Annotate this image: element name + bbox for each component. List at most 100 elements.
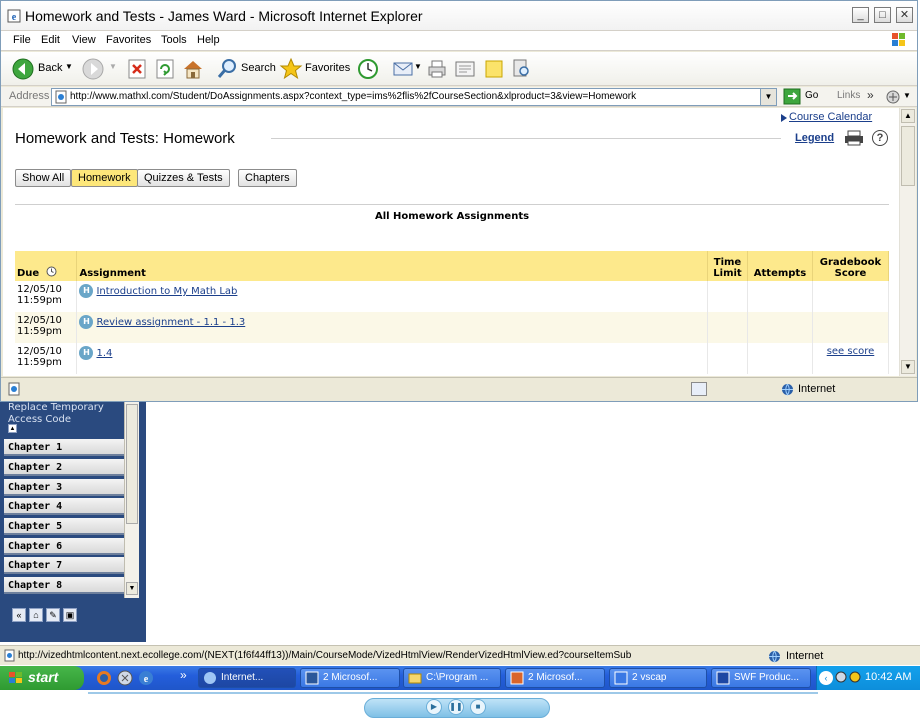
time-limit-cell: [707, 343, 748, 374]
search-label[interactable]: Search: [241, 62, 276, 74]
forward-dropdown-icon[interactable]: ▼: [109, 62, 117, 71]
menu-view[interactable]: View: [72, 34, 96, 46]
course-calendar-link[interactable]: Course Calendar: [789, 111, 872, 123]
see-score-link[interactable]: see score: [827, 346, 875, 357]
toolbar: Back ▼ ▼ Search Favorites ▼: [1, 52, 917, 86]
chapter-6-item[interactable]: Chapter 6: [4, 538, 124, 555]
research-icon[interactable]: [509, 57, 533, 81]
tray-expand-icon[interactable]: ‹: [819, 671, 833, 685]
chapter-5-item[interactable]: Chapter 5: [4, 518, 124, 535]
play-icon[interactable]: ▶: [426, 699, 442, 715]
menu-file[interactable]: File: [13, 34, 31, 46]
start-button[interactable]: start: [0, 666, 84, 690]
chapter-3-item[interactable]: Chapter 3: [4, 479, 124, 496]
media-icon[interactable]: [117, 670, 133, 686]
tools-icon[interactable]: ✎: [46, 608, 60, 622]
task-internet-explorer[interactable]: Internet...: [198, 668, 296, 688]
assignment-link[interactable]: Review assignment - 1.1 - 1.3: [96, 317, 245, 328]
print-icon[interactable]: [843, 130, 865, 146]
task-vscap[interactable]: 2 vscap: [609, 668, 707, 688]
task-microsoft-word[interactable]: 2 Microsof...: [300, 668, 400, 688]
go-label[interactable]: Go: [805, 90, 818, 101]
ie-quicklaunch-icon[interactable]: e: [138, 670, 154, 686]
task-label: Internet...: [221, 672, 264, 683]
chapter-2-item[interactable]: Chapter 2: [4, 459, 124, 476]
maximize-button[interactable]: □: [874, 7, 891, 23]
chapter-7-item[interactable]: Chapter 7: [4, 557, 124, 574]
filter-quizzes-tests-button[interactable]: Quizzes & Tests: [137, 169, 230, 187]
nav-scroll-down-icon[interactable]: ▼: [126, 582, 138, 595]
scroll-thumb[interactable]: [901, 126, 915, 186]
mail-icon[interactable]: [391, 57, 415, 81]
task-swf-producer[interactable]: SWF Produc...: [711, 668, 811, 688]
address-url[interactable]: http://www.mathxl.com/Student/DoAssignme…: [70, 91, 636, 102]
search-icon[interactable]: [215, 57, 239, 81]
links-label[interactable]: Links: [837, 90, 860, 101]
tray-app-icon[interactable]: [835, 671, 847, 683]
rewind-icon[interactable]: «: [12, 608, 26, 622]
word-task-icon: [305, 671, 319, 685]
filter-homework-button[interactable]: Homework: [71, 169, 138, 187]
note-icon[interactable]: [482, 57, 506, 81]
address-dropdown-icon[interactable]: ▼: [760, 89, 776, 105]
title-bar[interactable]: e Homework and Tests - James Ward - Micr…: [1, 1, 917, 31]
tray-security-icon[interactable]: [849, 671, 861, 683]
pause-icon[interactable]: ❚❚: [448, 699, 464, 715]
go-arrow-icon[interactable]: [783, 88, 801, 105]
sort-clock-icon[interactable]: [46, 266, 57, 277]
minimize-button[interactable]: _: [852, 7, 869, 23]
favorites-star-icon[interactable]: [279, 57, 303, 81]
nav-scrollbar[interactable]: ▼: [124, 402, 139, 598]
firefox-icon[interactable]: [96, 670, 112, 686]
chapter-4-item[interactable]: Chapter 4: [4, 498, 124, 515]
replace-access-code-link[interactable]: Replace Temporary Access Code: [8, 402, 118, 426]
scroll-down-icon[interactable]: ▼: [901, 360, 915, 374]
menu-favorites[interactable]: Favorites: [106, 34, 151, 46]
history-icon[interactable]: [356, 57, 380, 81]
scroll-up-icon[interactable]: ▲: [901, 109, 915, 123]
translate-icon[interactable]: [885, 89, 901, 105]
assignment-link[interactable]: Introduction to My Math Lab: [96, 286, 237, 297]
nav-scroll-thumb[interactable]: [126, 404, 138, 524]
ie-icon: e: [7, 9, 21, 23]
quicklaunch-chevron-icon[interactable]: »: [180, 668, 187, 682]
stop-icon[interactable]: ■: [470, 699, 486, 715]
stop-icon[interactable]: [125, 57, 149, 81]
edit-icon[interactable]: [453, 57, 477, 81]
main-status-bar: http://vizedhtmlcontent.next.ecollege.co…: [0, 645, 920, 665]
page-scrollbar[interactable]: ▲ ▼: [899, 108, 916, 376]
print-icon[interactable]: [425, 57, 449, 81]
collapse-up-icon[interactable]: ▲: [8, 424, 17, 433]
home-icon[interactable]: ⌂: [29, 608, 43, 622]
save-icon[interactable]: ▣: [63, 608, 77, 622]
back-dropdown-icon[interactable]: ▼: [65, 62, 73, 71]
menu-tools[interactable]: Tools: [161, 34, 187, 46]
translate-dropdown-icon[interactable]: ▼: [903, 91, 911, 100]
address-input[interactable]: http://www.mathxl.com/Student/DoAssignme…: [51, 88, 777, 106]
filter-chapters-button[interactable]: Chapters: [238, 169, 297, 187]
back-label[interactable]: Back: [38, 62, 62, 74]
filter-show-all-button[interactable]: Show All: [15, 169, 72, 187]
taskbar-clock[interactable]: 10:42 AM: [865, 671, 911, 683]
assignment-link[interactable]: 1.4: [96, 348, 112, 359]
close-button[interactable]: ✕: [896, 7, 913, 23]
task-program-files[interactable]: C:\Program ...: [403, 668, 501, 688]
task-microsoft-office[interactable]: 2 Microsof...: [505, 668, 605, 688]
col-due[interactable]: Due: [15, 251, 78, 281]
replace-access-code-label: Replace Temporary Access Code: [8, 402, 104, 425]
menu-edit[interactable]: Edit: [41, 34, 60, 46]
refresh-icon[interactable]: [153, 57, 177, 81]
home-icon[interactable]: [181, 57, 205, 81]
chapter-1-item[interactable]: Chapter 1: [4, 439, 124, 456]
mail-dropdown-icon[interactable]: ▼: [414, 62, 422, 71]
legend-link[interactable]: Legend: [795, 132, 834, 144]
chapter-8-item[interactable]: Chapter 8: [4, 577, 124, 594]
back-arrow-icon[interactable]: [11, 57, 35, 81]
favorites-label[interactable]: Favorites: [305, 62, 350, 74]
links-chevron-icon[interactable]: »: [867, 88, 874, 102]
player-progress-track[interactable]: [88, 692, 818, 694]
help-icon[interactable]: ?: [872, 130, 888, 146]
menu-help[interactable]: Help: [197, 34, 220, 46]
forward-arrow-icon[interactable]: [81, 57, 105, 81]
taskbar: start e » Internet... 2 Microsof... C:\P…: [0, 666, 920, 690]
